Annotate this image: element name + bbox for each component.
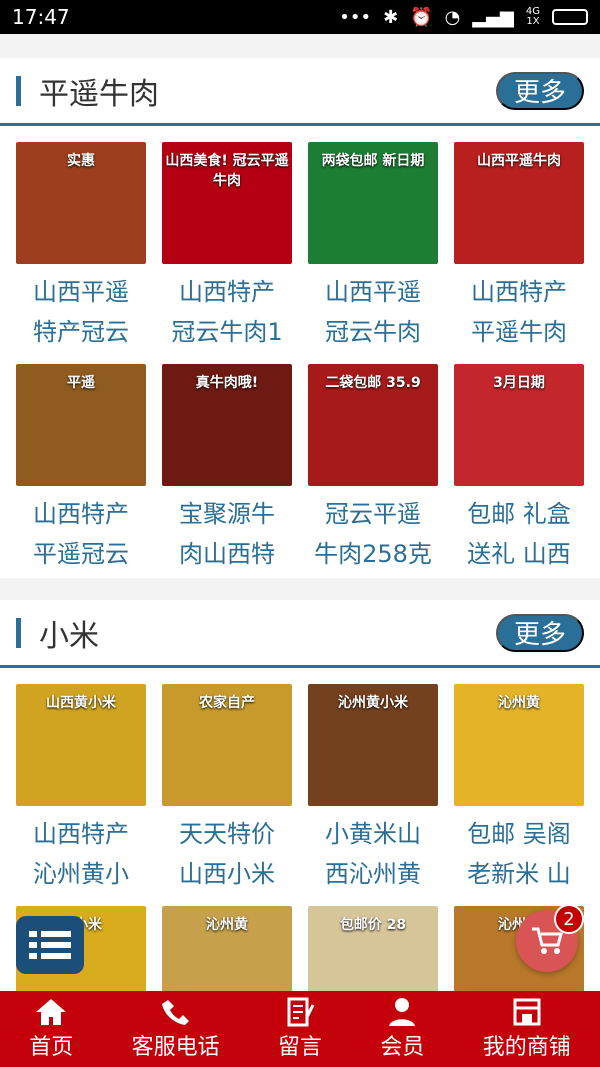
product-card[interactable]: 山西平遥牛肉山西特产 平遥牛肉 bbox=[446, 134, 592, 356]
shop-icon bbox=[513, 998, 541, 1026]
cart-count-badge: 2 bbox=[554, 904, 584, 934]
section-header-beef: 平遥牛肉 更多 bbox=[0, 58, 600, 126]
status-bar: 17:47 ••• ✱ ⏰ ◔ ▂▄▆ 4G 1X bbox=[0, 0, 600, 34]
nav-member-label: 会员 bbox=[380, 1035, 425, 1060]
bluetooth-icon: ✱ bbox=[383, 6, 399, 28]
section-header-millet: 小米 更多 bbox=[0, 600, 600, 668]
message-icon bbox=[287, 997, 315, 1027]
product-name[interactable]: 山西特产 平遥牛肉 bbox=[446, 264, 592, 356]
product-image-text: 沁州黄 bbox=[498, 695, 540, 711]
product-name[interactable]: 小黄米山 西沁州黄 bbox=[300, 806, 446, 898]
product-image[interactable]: 沁州黄小米 bbox=[308, 684, 438, 806]
product-name[interactable]: 山西特产 冠云牛肉1 bbox=[154, 264, 300, 356]
product-card[interactable]: 两袋包邮 新日期山西平遥 冠云牛肉 bbox=[300, 134, 446, 356]
product-card[interactable]: 包邮价 28 bbox=[300, 898, 446, 991]
product-image-text: 3月日期 bbox=[493, 375, 545, 391]
more-millet-button[interactable]: 更多 bbox=[496, 613, 584, 652]
product-image[interactable]: 山西平遥牛肉 bbox=[454, 142, 584, 264]
product-card[interactable]: 真牛肉哦! 宝聚源牛 肉山西特 bbox=[154, 356, 300, 578]
product-image-text: 包邮价 28 bbox=[339, 917, 407, 933]
nav-shop[interactable]: 我的商铺 bbox=[483, 991, 571, 1067]
millet-section: 小米 更多 山西黄小米 山西特产 沁州黄小 农家自产 天天特价 山西小米 沁州黄小米 小黄… bbox=[0, 600, 600, 991]
product-name[interactable]: 山西平遥 冠云牛肉 bbox=[300, 264, 446, 356]
wifi-icon: ◔ bbox=[444, 6, 461, 28]
section-title-text: 小米 bbox=[39, 618, 99, 654]
menu-button[interactable] bbox=[16, 916, 84, 974]
nav-shop-label: 我的商铺 bbox=[482, 1035, 571, 1060]
product-card[interactable]: 山西美食! 冠云平遥牛肉山西特产 冠云牛肉1 bbox=[154, 134, 300, 356]
nav-member[interactable]: 会员 bbox=[380, 991, 424, 1067]
product-card[interactable]: 实惠山西平遥 特产冠云 bbox=[8, 134, 154, 356]
cart-button[interactable]: 2 bbox=[516, 904, 584, 972]
product-image-text: 沁州黄小米 bbox=[338, 695, 408, 711]
bottom-navigation: 首页 客服电话 留言 会员 我的商铺 bbox=[0, 991, 600, 1067]
product-name[interactable]: 包邮 礼盒 送礼 山西 bbox=[446, 486, 592, 578]
user-icon bbox=[389, 998, 416, 1026]
section-title-text: 平遥牛肉 bbox=[39, 76, 159, 112]
product-image[interactable]: 包邮价 28 bbox=[308, 906, 438, 991]
product-card[interactable]: 沁州黄包邮 吴阁 老新米 山 bbox=[446, 676, 592, 898]
phone-icon bbox=[161, 1000, 189, 1025]
battery-icon bbox=[552, 9, 588, 25]
more-beef-button[interactable]: 更多 bbox=[496, 71, 584, 110]
signal-icon: ▂▄▆ bbox=[472, 6, 514, 28]
nav-home-label: 首页 bbox=[29, 1035, 74, 1060]
product-image-text: 两袋包邮 新日期 bbox=[321, 153, 425, 169]
product-image-text: 二袋包邮 35.9 bbox=[325, 375, 421, 391]
product-image[interactable]: 3月日期 bbox=[454, 364, 584, 486]
product-image[interactable]: 实惠 bbox=[16, 142, 146, 264]
nav-message[interactable]: 留言 bbox=[278, 991, 322, 1067]
product-name[interactable]: 山西特产 沁州黄小 bbox=[8, 806, 154, 898]
product-card[interactable]: 沁州黄 bbox=[154, 898, 300, 991]
section-title-beef: 平遥牛肉 bbox=[16, 69, 159, 113]
beef-section: 平遥牛肉 更多 实惠山西平遥 特产冠云 山西美食! 冠云平遥牛肉山西特产 冠云牛肉1… bbox=[0, 58, 600, 578]
product-image[interactable]: 二袋包邮 35.9 bbox=[308, 364, 438, 486]
product-image[interactable]: 山西美食! 冠云平遥牛肉 bbox=[162, 142, 292, 264]
list-icon bbox=[29, 931, 71, 959]
alarm-icon: ⏰ bbox=[410, 6, 433, 28]
product-image-text: 实惠 bbox=[67, 153, 95, 169]
home-icon bbox=[36, 999, 67, 1025]
beef-product-grid: 实惠山西平遥 特产冠云 山西美食! 冠云平遥牛肉山西特产 冠云牛肉1 两袋包邮 新日… bbox=[0, 126, 600, 578]
product-image[interactable]: 平遥 bbox=[16, 364, 146, 486]
title-accent-bar bbox=[16, 617, 21, 648]
nav-phone[interactable]: 客服电话 bbox=[132, 991, 220, 1067]
product-image-text: 农家自产 bbox=[199, 695, 255, 711]
product-name[interactable]: 包邮 吴阁 老新米 山 bbox=[446, 806, 592, 898]
product-image-text: 真牛肉哦! bbox=[195, 375, 259, 391]
product-image-text: 山西美食! 冠云平遥牛肉 bbox=[165, 153, 289, 189]
nav-phone-label: 客服电话 bbox=[131, 1035, 220, 1060]
product-card[interactable]: 山西黄小米山西特产 沁州黄小 bbox=[8, 676, 154, 898]
status-time: 17:47 bbox=[12, 5, 70, 29]
product-image[interactable]: 农家自产 bbox=[162, 684, 292, 806]
product-name[interactable]: 天天特价 山西小米 bbox=[154, 806, 300, 898]
product-image[interactable]: 真牛肉哦! bbox=[162, 364, 292, 486]
product-name[interactable]: 宝聚源牛 肉山西特 bbox=[154, 486, 300, 578]
product-name[interactable]: 山西特产 平遥冠云 bbox=[8, 486, 154, 578]
nav-message-label: 留言 bbox=[277, 1035, 322, 1060]
product-card[interactable]: 农家自产天天特价 山西小米 bbox=[154, 676, 300, 898]
product-image-text: 沁州黄 bbox=[206, 917, 248, 933]
section-title-millet: 小米 bbox=[16, 611, 99, 655]
nav-home[interactable]: 首页 bbox=[29, 991, 73, 1067]
title-accent-bar bbox=[16, 75, 21, 106]
millet-product-grid: 山西黄小米山西特产 沁州黄小 农家自产天天特价 山西小米 沁州黄小米小黄米山 西沁州黄… bbox=[0, 668, 600, 991]
product-image[interactable]: 沁州黄 bbox=[162, 906, 292, 991]
product-name[interactable]: 冠云平遥 牛肉258克 bbox=[300, 486, 446, 578]
product-page: 平遥牛肉 更多 实惠山西平遥 特产冠云 山西美食! 冠云平遥牛肉山西特产 冠云牛肉1… bbox=[0, 34, 600, 991]
product-name[interactable]: 山西平遥 特产冠云 bbox=[8, 264, 154, 356]
product-card[interactable]: 平遥山西特产 平遥冠云 bbox=[8, 356, 154, 578]
product-image-text: 山西黄小米 bbox=[46, 695, 116, 711]
product-card[interactable]: 二袋包邮 35.9 冠云平遥 牛肉258克 bbox=[300, 356, 446, 578]
more-status-icon: ••• bbox=[339, 6, 372, 28]
product-image[interactable]: 山西黄小米 bbox=[16, 684, 146, 806]
product-image-text: 山西平遥牛肉 bbox=[477, 153, 561, 169]
product-image[interactable]: 两袋包邮 新日期 bbox=[308, 142, 438, 264]
product-card[interactable]: 3月日期包邮 礼盒 送礼 山西 bbox=[446, 356, 592, 578]
status-icons: ••• ✱ ⏰ ◔ ▂▄▆ 4G 1X bbox=[339, 7, 588, 28]
product-card[interactable]: 沁州黄小米小黄米山 西沁州黄 bbox=[300, 676, 446, 898]
product-image-text: 平遥 bbox=[67, 375, 95, 391]
product-image[interactable]: 沁州黄 bbox=[454, 684, 584, 806]
network-label: 4G 1X bbox=[525, 6, 540, 27]
